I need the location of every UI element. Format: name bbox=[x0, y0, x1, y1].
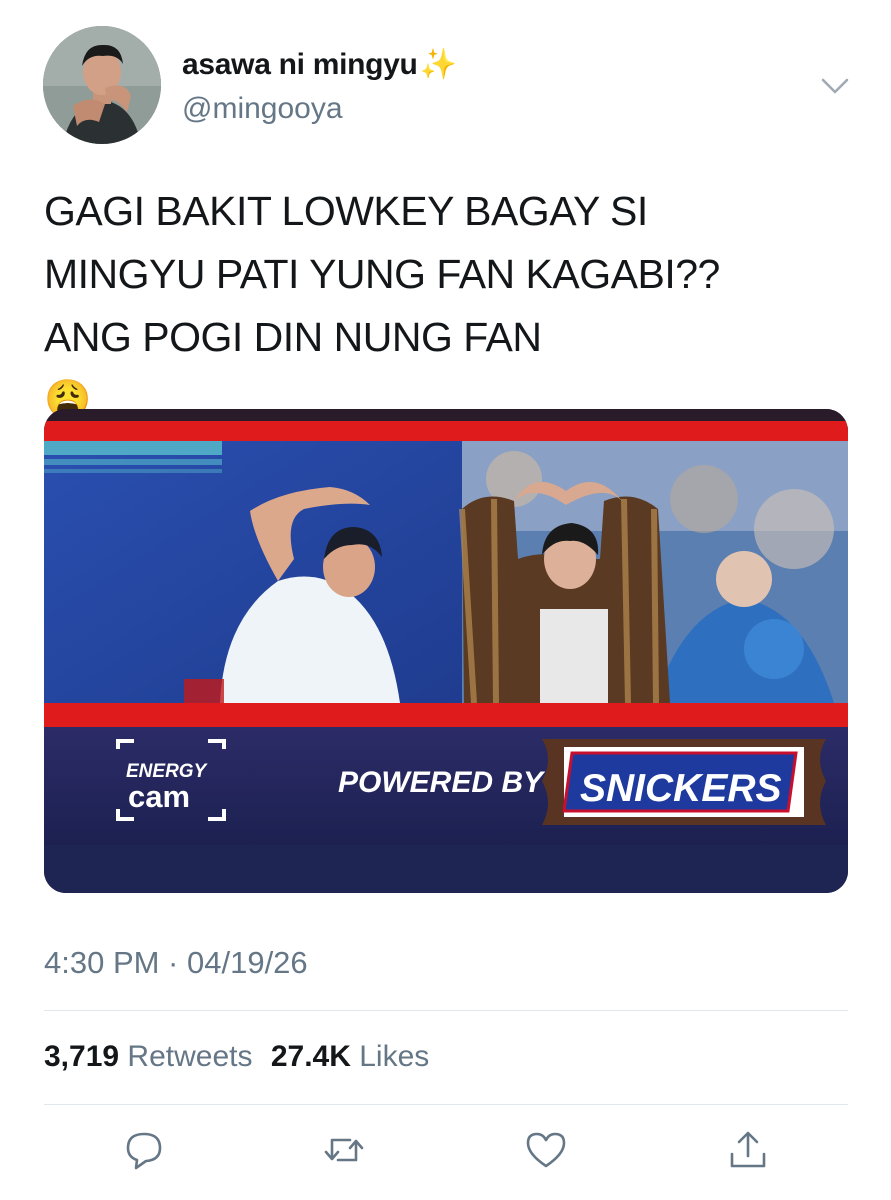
heart-icon[interactable] bbox=[524, 1128, 568, 1172]
retweets-stat[interactable]: 3,719 Retweets bbox=[44, 1040, 252, 1073]
tweet-stats: 3,719 Retweets 27.4K Likes bbox=[44, 1040, 429, 1074]
display-name-text: asawa ni mingyu bbox=[182, 48, 418, 81]
likes-count: 27.4K bbox=[270, 1040, 351, 1073]
retweets-label: Retweets bbox=[127, 1040, 253, 1073]
tweet-media[interactable]: ENERGY cam POWERED BY SNICKERS bbox=[44, 409, 848, 893]
divider bbox=[44, 1010, 848, 1011]
tweet-timestamp[interactable]: 4:30 PM · 04/19/26 bbox=[44, 945, 308, 981]
chevron-down-icon[interactable] bbox=[818, 72, 852, 100]
author-handle[interactable]: @mingooya bbox=[182, 92, 343, 126]
tweet-line: MINGYU PATI YUNG FAN KAGABI?? bbox=[44, 251, 720, 297]
energy-cam-label-bottom: cam bbox=[128, 779, 190, 814]
author-display-name[interactable]: asawa ni mingyu✨ bbox=[182, 47, 457, 82]
likes-label: Likes bbox=[359, 1040, 430, 1073]
divider bbox=[44, 1104, 848, 1105]
reply-icon[interactable] bbox=[122, 1128, 166, 1172]
tweet-line-text: ANG POGI DIN NUNG FAN bbox=[44, 314, 542, 360]
likes-stat[interactable]: 27.4K Likes bbox=[271, 1040, 429, 1073]
avatar-image bbox=[43, 26, 161, 144]
retweet-icon[interactable] bbox=[322, 1128, 366, 1172]
share-icon[interactable] bbox=[726, 1128, 770, 1172]
broadcast-image: ENERGY cam POWERED BY SNICKERS bbox=[44, 409, 848, 893]
sparkles-emoji: ✨ bbox=[419, 48, 457, 81]
tweet-text: GAGI BAKIT LOWKEY BAGAY SI MINGYU PATI Y… bbox=[44, 180, 844, 432]
retweets-count: 3,719 bbox=[44, 1040, 120, 1073]
powered-by-label: POWERED BY bbox=[338, 766, 546, 799]
author-avatar[interactable] bbox=[43, 26, 161, 144]
tweet-line: GAGI BAKIT LOWKEY BAGAY SI bbox=[44, 188, 648, 234]
snickers-brand: SNICKERS bbox=[580, 767, 782, 810]
